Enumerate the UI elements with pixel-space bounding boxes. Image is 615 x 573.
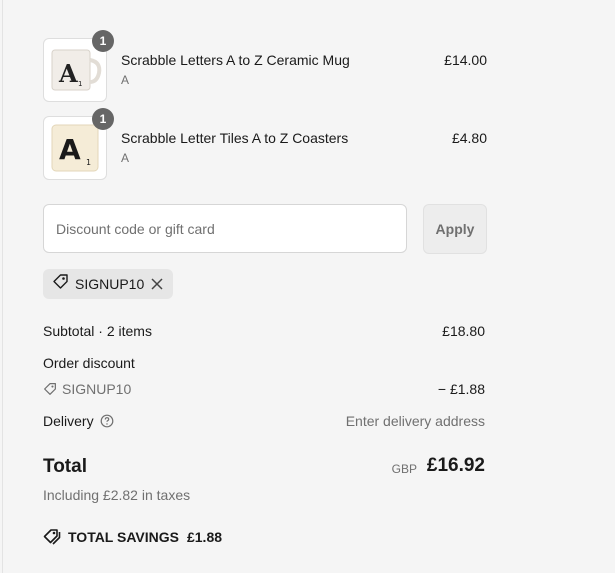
help-icon[interactable] xyxy=(100,414,114,428)
discount-value: − £1.88 xyxy=(437,381,485,397)
discount-code-input[interactable] xyxy=(43,204,407,253)
total-savings: TOTAL SAVINGS £1.88 xyxy=(43,528,222,545)
delivery-row: Delivery xyxy=(43,413,114,429)
savings-value: £1.88 xyxy=(186,528,223,545)
product-variant: A xyxy=(121,151,130,165)
taxes-note: Including £2.82 in taxes xyxy=(43,487,191,503)
tag-icon xyxy=(43,382,57,396)
currency-code: GBP xyxy=(391,462,417,476)
discount-code-label: SIGNUP10 xyxy=(62,381,132,397)
line-item: A 1 1 Scrabble Letter Tiles A to Z Coast… xyxy=(43,108,487,180)
product-price: £14.00 xyxy=(444,52,487,68)
svg-text:A: A xyxy=(58,59,78,88)
product-variant: A xyxy=(121,73,130,87)
total-label: Total xyxy=(43,456,87,477)
svg-text:1: 1 xyxy=(86,158,91,167)
applied-discount-chip: SIGNUP10 xyxy=(43,269,173,299)
subtotal-label: Subtotal · 2 items xyxy=(43,323,152,339)
applied-discount-code: SIGNUP10 xyxy=(75,276,145,292)
delivery-label: Delivery xyxy=(43,413,94,429)
order-discount-label: Order discount xyxy=(43,355,135,371)
savings-tag-icon xyxy=(43,528,62,545)
line-item: A 1 1 Scrabble Letters A to Z Ceramic Mu… xyxy=(43,30,487,102)
quantity-badge: 1 xyxy=(92,108,114,130)
product-price: £4.80 xyxy=(451,130,487,146)
product-name: Scrabble Letter Tiles A to Z Coasters xyxy=(121,130,349,146)
order-summary-panel: A 1 1 Scrabble Letters A to Z Ceramic Mu… xyxy=(2,0,615,573)
subtotal-value: £18.80 xyxy=(442,323,485,339)
quantity-badge: 1 xyxy=(92,30,114,52)
remove-discount-icon[interactable] xyxy=(149,276,165,292)
delivery-value: Enter delivery address xyxy=(345,413,485,429)
svg-text:A: A xyxy=(59,133,81,166)
discount-code-row: SIGNUP10 xyxy=(43,381,131,397)
savings-label: TOTAL SAVINGS xyxy=(68,528,179,545)
svg-text:1: 1 xyxy=(78,80,82,88)
product-name: Scrabble Letters A to Z Ceramic Mug xyxy=(121,52,350,68)
tag-icon xyxy=(52,273,69,295)
apply-discount-button[interactable]: Apply xyxy=(423,204,487,254)
total-value: £16.92 xyxy=(426,455,485,476)
